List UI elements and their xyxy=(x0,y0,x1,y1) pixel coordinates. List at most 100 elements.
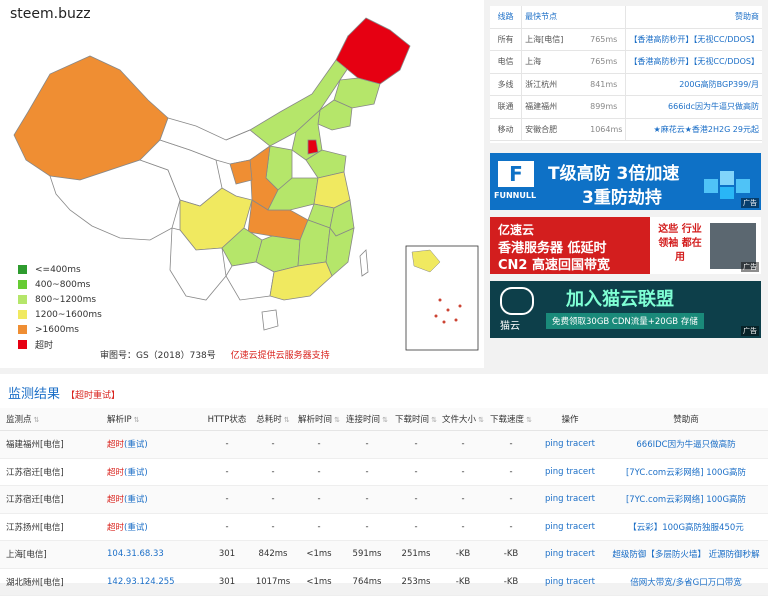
region-ningxia xyxy=(229,159,253,185)
ping-tracert-link[interactable]: ping tracert xyxy=(545,577,595,587)
cell-size: -KB xyxy=(440,540,486,569)
table-row: 江苏扬州[电信] 超时(重试) - - - - - - - ping trace… xyxy=(0,513,768,541)
fastest-nodes-table: 线路 最快节点 赞助商 所有 上海[电信] 765ms 【香港高防秒开】【无视C… xyxy=(490,6,762,141)
cell-status: - xyxy=(204,458,250,486)
sponsor-link[interactable]: 【香港高防秒开】【无视CC/DDOS】 xyxy=(629,35,759,44)
sponsor-link[interactable]: [7YC.com云彩网络] 100G高防 xyxy=(626,468,746,478)
sponsor-link[interactable]: ★麻花云★香港2H2G 29元起 xyxy=(654,125,759,134)
col-download[interactable]: 下载时间 ⇅ xyxy=(392,408,440,431)
col-total[interactable]: 总耗时 ⇅ xyxy=(250,408,296,431)
cell-total: - xyxy=(250,458,296,486)
legend-swatch xyxy=(18,310,27,319)
sponsor-link[interactable]: [7YC.com云彩网络] 100G高防 xyxy=(626,495,746,505)
cell-speed: - xyxy=(486,430,536,459)
cell-connect: 591ms xyxy=(342,540,392,569)
col-sponsor: 赞助商 xyxy=(604,408,768,431)
cell-size: -KB xyxy=(440,568,486,596)
ping-tracert-link[interactable]: ping tracert xyxy=(545,494,595,504)
cell-total: - xyxy=(250,485,296,514)
cell-ip[interactable]: 超时 xyxy=(107,468,124,478)
retry-link[interactable]: (重试) xyxy=(124,523,148,533)
header-sponsor: 赞助商 xyxy=(625,6,762,29)
sort-icon: ⇅ xyxy=(334,416,340,424)
legend-label: >1600ms xyxy=(35,324,79,335)
fastest-nodes-panel: 线路 最快节点 赞助商 所有 上海[电信] 765ms 【香港高防秒开】【无视C… xyxy=(490,6,762,143)
cell-ip[interactable]: 超时 xyxy=(107,440,124,450)
cell-ip[interactable]: 142.93.124.255 xyxy=(107,577,175,587)
col-speed[interactable]: 下载速度 ⇅ xyxy=(486,408,536,431)
cell-node: 江苏宿迁[电信] xyxy=(0,458,103,486)
col-size[interactable]: 文件大小 ⇅ xyxy=(440,408,486,431)
cell-connect: 764ms xyxy=(342,568,392,596)
sort-icon: ⇅ xyxy=(283,416,290,424)
cell-node: 江苏扬州[电信] xyxy=(0,513,103,541)
cell-resolve: - xyxy=(296,430,342,459)
results-table: 监测点 ⇅ 解析IP ⇅ HTTP状态 总耗时 ⇅ 解析时间 ⇅ 连接时间 ⇅ 下载时间 ⇅… xyxy=(0,408,768,596)
legend-label: 800~1200ms xyxy=(35,294,97,305)
cell-resolve: - xyxy=(296,513,342,541)
ping-tracert-link[interactable]: ping tracert xyxy=(545,467,595,477)
sponsor-link[interactable]: 【香港高防秒开】【无视CC/DDOS】 xyxy=(629,57,759,66)
legend-item: <=400ms xyxy=(18,262,102,277)
cell-ip[interactable]: 超时 xyxy=(107,495,124,505)
cell-total: 1017ms xyxy=(250,568,296,596)
legend-item: 800~1200ms xyxy=(18,292,102,307)
ad-banner-yisu[interactable]: 亿速云 香港服务器 低延时 CN2 高速回国带宽 这些 行业领袖 都在用 广告 xyxy=(490,217,761,274)
node-time: 841ms xyxy=(587,73,626,96)
ad-banner-funnull[interactable]: F FUNNULL T级高防 3倍加速 3重防劫持 广告 xyxy=(490,153,761,210)
line-type: 多线 xyxy=(490,73,523,96)
cell-status: 301 xyxy=(204,540,250,569)
cell-download: - xyxy=(392,430,440,459)
node-name: 安徽合肥 xyxy=(521,118,588,141)
cell-ip[interactable]: 104.31.68.33 xyxy=(107,549,164,559)
ping-tracert-link[interactable]: ping tracert xyxy=(545,522,595,532)
legend-swatch xyxy=(18,325,27,334)
col-resolve[interactable]: 解析时间 ⇅ xyxy=(296,408,342,431)
ad-subline: 3重防劫持 xyxy=(582,188,662,208)
table-row: 江苏宿迁[电信] 超时(重试) - - - - - - - ping trace… xyxy=(0,458,768,486)
retry-link[interactable]: (重试) xyxy=(124,495,148,505)
retry-link[interactable]: (重试) xyxy=(124,468,148,478)
col-connect[interactable]: 连接时间 ⇅ xyxy=(342,408,392,431)
cell-ip[interactable]: 超时 xyxy=(107,523,124,533)
legend-item: 1200~1600ms xyxy=(18,307,102,322)
sponsor-link[interactable]: 超级防御【多层防火墙】 近源防御秒解 xyxy=(612,550,759,560)
col-node[interactable]: 监测点 ⇅ xyxy=(0,408,103,431)
sponsor-link[interactable]: 【云彩】100G高防独服450元 xyxy=(628,523,744,533)
table-row: 移动 安徽合肥 1064ms ★麻花云★香港2H2G 29元起 xyxy=(490,118,762,141)
cell-connect: - xyxy=(342,513,392,541)
retry-link[interactable]: (重试) xyxy=(124,440,148,450)
region-hainan xyxy=(261,309,279,331)
cell-size: - xyxy=(440,430,486,459)
results-title: 监测结果 xyxy=(8,387,61,402)
table-row: 上海[电信] 104.31.68.33 301 842ms <1ms 591ms… xyxy=(0,540,768,569)
table-row: 所有 上海[电信] 765ms 【香港高防秒开】【无视CC/DDOS】 xyxy=(490,28,762,51)
region-fujian xyxy=(325,226,355,277)
ping-tracert-link[interactable]: ping tracert xyxy=(545,439,595,449)
col-ip[interactable]: 解析IP ⇅ xyxy=(103,408,204,431)
table-row: 联通 福建福州 899ms 666idc因为牛逼只做高防 xyxy=(490,95,762,119)
sort-icon: ⇅ xyxy=(382,416,388,424)
timeout-retry-link[interactable]: 【超时重试】 xyxy=(66,391,120,401)
cell-total: 842ms xyxy=(250,540,296,569)
cell-connect: - xyxy=(342,430,392,459)
sponsor-link[interactable]: 200G高防BGP399/月 xyxy=(679,80,759,89)
line-type: 联通 xyxy=(490,95,523,119)
sponsor-link[interactable]: 亿速云提供云服务器支持 xyxy=(231,351,330,361)
ad-banner-maoyun[interactable]: 猫云 加入猫云联盟 免费领取30GB CDN流量+20GB 存储 广告 xyxy=(490,281,761,338)
table-row: 湖北随州[电信] 142.93.124.255 301 1017ms <1ms … xyxy=(0,568,768,596)
ad-tag: 广告 xyxy=(741,262,759,272)
sponsor-link[interactable]: 666IDC因为牛逼只做高防 xyxy=(636,440,735,450)
legend-item: 400~800ms xyxy=(18,277,102,292)
node-time: 765ms xyxy=(587,28,626,51)
sponsor-link[interactable]: 666idc因为牛逼只做高防 xyxy=(668,102,759,111)
cell-speed: - xyxy=(486,513,536,541)
cell-node: 上海[电信] xyxy=(0,540,103,569)
table-row: 江苏宿迁[电信] 超时(重试) - - - - - - - ping trace… xyxy=(0,485,768,514)
cell-speed: -KB xyxy=(486,540,536,569)
funnull-logo-icon: F xyxy=(498,161,534,187)
south-china-sea-inset xyxy=(405,245,479,351)
ping-tracert-link[interactable]: ping tracert xyxy=(545,549,595,559)
cell-node: 江苏宿迁[电信] xyxy=(0,485,103,514)
cell-speed: -KB xyxy=(486,568,536,596)
